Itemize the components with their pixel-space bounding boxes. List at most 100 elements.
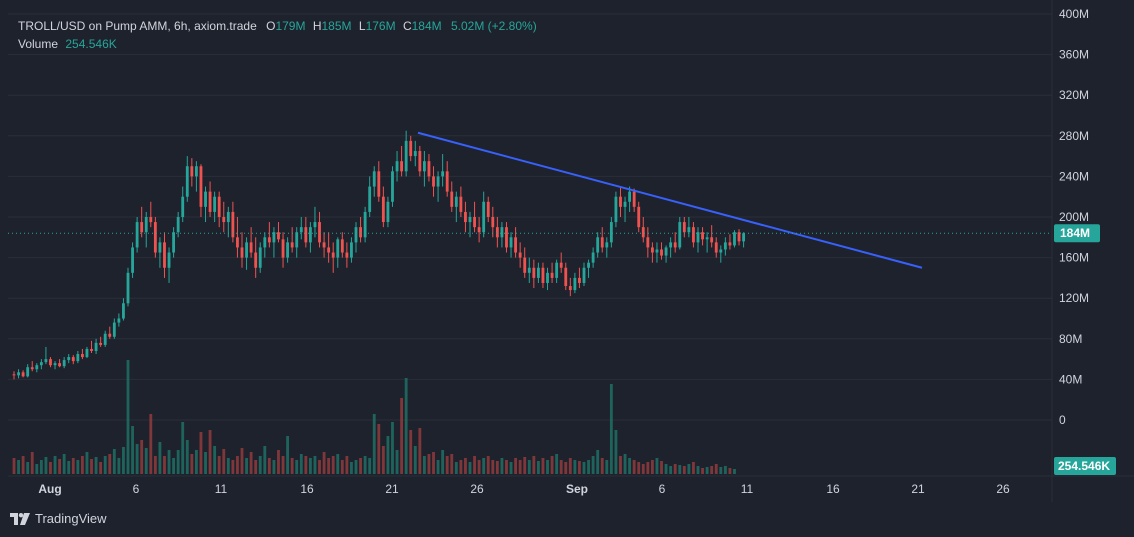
candle-body bbox=[372, 171, 376, 187]
candle-body bbox=[400, 161, 404, 172]
volume-bar bbox=[39, 460, 43, 474]
candle-body bbox=[591, 252, 595, 263]
volume-bar bbox=[441, 450, 445, 474]
candle-body bbox=[263, 237, 267, 248]
volume-bar bbox=[719, 467, 723, 474]
tradingview-logo-icon bbox=[10, 512, 30, 525]
volume-bar bbox=[99, 462, 103, 474]
candle-body bbox=[249, 242, 253, 253]
y-tick-label: 280M bbox=[1059, 129, 1089, 143]
y-tick-label: 400M bbox=[1059, 7, 1089, 21]
volume-bar bbox=[322, 452, 326, 474]
candle-body bbox=[427, 161, 431, 177]
candle-body bbox=[272, 232, 276, 243]
volume-bar bbox=[701, 468, 704, 474]
volume-bar bbox=[331, 456, 335, 474]
candle-body bbox=[340, 239, 344, 253]
volume-bar bbox=[482, 458, 486, 474]
volume-bar bbox=[432, 452, 435, 474]
volume-bar bbox=[377, 424, 381, 474]
trendline[interactable] bbox=[417, 131, 923, 269]
volume-bar bbox=[131, 426, 134, 474]
candle-body bbox=[208, 191, 212, 212]
volume-bar bbox=[368, 458, 372, 474]
candle-body bbox=[568, 286, 572, 291]
y-tick-label: 240M bbox=[1059, 169, 1089, 183]
volume-bar bbox=[327, 458, 331, 474]
volume-tag-text: 254.546K bbox=[1058, 459, 1110, 473]
volume-bar bbox=[277, 450, 280, 474]
volume-bar bbox=[272, 460, 276, 474]
candle-body bbox=[94, 342, 98, 351]
candle-body bbox=[30, 367, 34, 370]
candle-body bbox=[386, 201, 390, 223]
tradingview-branding[interactable]: TradingView bbox=[10, 511, 107, 526]
volume-bar bbox=[359, 458, 362, 474]
candle-body bbox=[527, 267, 531, 273]
chart-frame: 0 40M 80M 120M 160M 200M 240M 280M 320M 360M 400M … bbox=[0, 0, 1134, 537]
volume-bar bbox=[550, 456, 554, 474]
volume-bar bbox=[559, 460, 563, 474]
volume-bar bbox=[523, 457, 527, 474]
volume-bar bbox=[422, 456, 426, 474]
volume-bar bbox=[568, 458, 572, 474]
candle-body bbox=[331, 252, 335, 258]
x-tick-label: 26 bbox=[470, 482, 484, 496]
candle-body bbox=[464, 211, 467, 223]
volume-bar bbox=[614, 430, 618, 474]
candle-body bbox=[664, 247, 668, 256]
volume-bar bbox=[454, 462, 458, 474]
candle-body bbox=[605, 242, 609, 248]
volume-bar bbox=[723, 466, 727, 474]
candle-body bbox=[222, 217, 226, 223]
volume-bar bbox=[112, 449, 116, 474]
candle-body bbox=[514, 237, 518, 253]
candle-body bbox=[637, 206, 641, 228]
volume-bar bbox=[135, 444, 139, 474]
volume-bar bbox=[263, 446, 267, 474]
volume-bar bbox=[158, 442, 162, 474]
y-tick-label: 160M bbox=[1059, 251, 1089, 265]
volume-bar bbox=[714, 464, 718, 474]
y-tick-label: 80M bbox=[1059, 332, 1082, 346]
volume-bar bbox=[149, 414, 153, 474]
volume-bar bbox=[281, 456, 285, 474]
candle-body bbox=[290, 242, 294, 248]
volume-label: Volume bbox=[18, 37, 59, 51]
volume-bar bbox=[509, 462, 513, 474]
candle-body bbox=[354, 227, 358, 243]
volume-bar bbox=[591, 456, 595, 474]
volume-bar bbox=[117, 458, 121, 474]
candle-body bbox=[742, 233, 746, 242]
candlestick-chart[interactable]: 040M80M120M160M200M240M280M320M360M400M … bbox=[0, 0, 1134, 537]
volume-bar bbox=[546, 460, 549, 474]
volume-bar bbox=[486, 456, 490, 474]
volume-bar bbox=[144, 448, 148, 474]
candle-body bbox=[509, 237, 513, 248]
volume-bar bbox=[67, 461, 71, 474]
candle-body bbox=[240, 247, 244, 258]
candle-body bbox=[76, 354, 80, 362]
candle-body bbox=[404, 140, 408, 172]
volume-bar bbox=[295, 460, 299, 474]
volume-bar bbox=[641, 464, 645, 474]
last-price-tag-text: 184M bbox=[1060, 226, 1090, 240]
volume-bar bbox=[660, 461, 663, 474]
candle-body bbox=[149, 217, 153, 223]
candle-body bbox=[295, 232, 299, 248]
x-tick-label: 11 bbox=[215, 482, 228, 496]
volume-bar bbox=[249, 452, 253, 474]
candle-body bbox=[673, 242, 677, 248]
candle-body bbox=[12, 374, 16, 376]
volume-bar bbox=[445, 456, 449, 474]
candle-body bbox=[71, 357, 75, 362]
symbol-title: TROLL/USD on Pump AMM, 6h, axiom.trade bbox=[18, 19, 257, 33]
volume-bars bbox=[12, 360, 736, 474]
candle-body bbox=[468, 217, 472, 223]
candle-body bbox=[199, 166, 203, 207]
volume-bar bbox=[596, 450, 600, 474]
volume-bar bbox=[49, 462, 52, 474]
volume-bar bbox=[632, 460, 636, 474]
volume-bar bbox=[153, 456, 157, 474]
volume-bar bbox=[340, 460, 344, 474]
